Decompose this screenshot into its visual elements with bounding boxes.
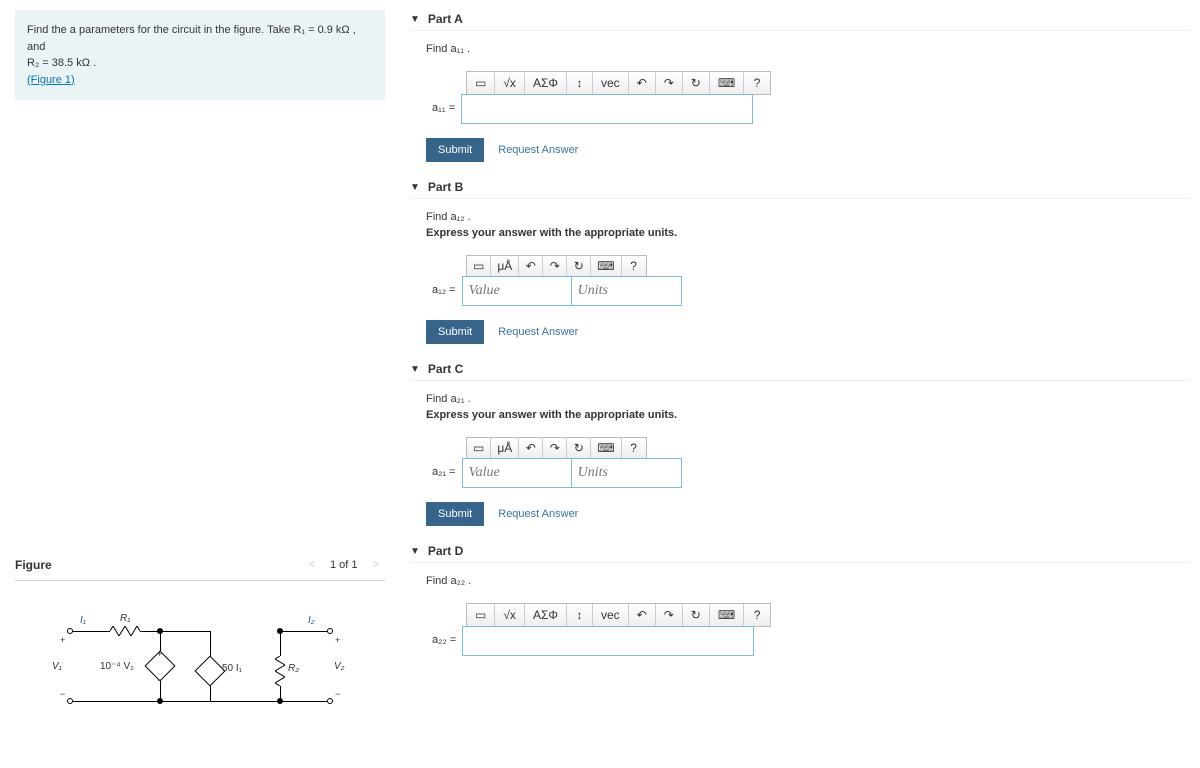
tool-subscript-d[interactable]: ↕: [567, 604, 593, 626]
help-b-icon[interactable]: ?: [622, 256, 646, 276]
redo-d-icon[interactable]: ↷: [656, 604, 683, 626]
label-dep-v: 10⁻⁴ V₂: [100, 661, 134, 672]
part-c-value-input[interactable]: [462, 458, 572, 488]
figure-nav: < 1 of 1 >: [302, 559, 385, 571]
label-r2: R₂: [288, 663, 299, 674]
caret-part-a[interactable]: ▼: [410, 14, 420, 25]
tool-templates-c-icon[interactable]: ▭: [467, 438, 491, 458]
part-c-request[interactable]: Request Answer: [498, 508, 578, 520]
label-v1: V₁: [52, 661, 62, 672]
tool-units-c[interactable]: μÅ: [491, 438, 519, 458]
problem-prompt: Find the a parameters for the circuit in…: [15, 10, 385, 100]
prompt-line1: Find the a parameters for the circuit in…: [27, 24, 356, 53]
keyboard-b-icon[interactable]: ⌨: [591, 256, 621, 276]
part-b-instr1: Find a₁₂ .: [426, 211, 1190, 223]
reset-icon[interactable]: ↻: [683, 72, 710, 94]
tool-templates-icon[interactable]: ▭: [467, 72, 495, 94]
part-a-submit[interactable]: Submit: [426, 138, 484, 162]
tool-subscript[interactable]: ↕: [567, 72, 593, 94]
help-c-icon[interactable]: ?: [622, 438, 646, 458]
undo-b-icon[interactable]: ↶: [519, 256, 543, 276]
redo-b-icon[interactable]: ↷: [543, 256, 567, 276]
label-v2: V₂: [334, 661, 344, 672]
prompt-line2: R₂ = 38.5 kΩ .: [27, 57, 96, 69]
redo-icon[interactable]: ↷: [656, 72, 683, 94]
part-c-toolbar: ▭ μÅ ↶ ↷ ↻ ⌨ ?: [466, 437, 647, 459]
caret-part-b[interactable]: ▼: [410, 182, 420, 193]
tool-templates-d-icon[interactable]: ▭: [467, 604, 495, 626]
reset-d-icon[interactable]: ↻: [683, 604, 710, 626]
part-c-instr1: Find a₂₁ .: [426, 393, 1190, 405]
tool-vec[interactable]: vec: [593, 72, 629, 94]
undo-d-icon[interactable]: ↶: [629, 604, 656, 626]
caret-part-d[interactable]: ▼: [410, 546, 420, 557]
part-b-submit[interactable]: Submit: [426, 320, 484, 344]
part-b-toolbar: ▭ μÅ ↶ ↷ ↻ ⌨ ?: [466, 255, 647, 277]
fig-next[interactable]: >: [367, 559, 385, 571]
circuit-figure: + − I₁ I₂ R₁ R₂: [15, 580, 385, 740]
tool-templates-b-icon[interactable]: ▭: [467, 256, 491, 276]
part-a-title: Part A: [428, 12, 463, 26]
fig-prev[interactable]: <: [302, 559, 320, 571]
reset-b-icon[interactable]: ↻: [567, 256, 591, 276]
part-d-toolbar: ▭ √x ΑΣΦ ↕ vec ↶ ↷ ↻ ⌨ ?: [466, 603, 771, 627]
undo-c-icon[interactable]: ↶: [519, 438, 543, 458]
figure-link[interactable]: (Figure 1): [27, 74, 75, 86]
part-d-instr: Find a₂₂ .: [426, 575, 1190, 587]
reset-c-icon[interactable]: ↻: [567, 438, 591, 458]
part-a-request[interactable]: Request Answer: [498, 144, 578, 156]
part-a-input[interactable]: [461, 94, 753, 124]
figure-title: Figure: [15, 558, 52, 572]
label-dep-i: 50 I₁: [222, 663, 242, 674]
part-c-title: Part C: [428, 362, 463, 376]
keyboard-c-icon[interactable]: ⌨: [591, 438, 621, 458]
tool-units-b[interactable]: μÅ: [491, 256, 519, 276]
tool-greek-d[interactable]: ΑΣΦ: [525, 604, 567, 626]
part-a-instr: Find a₁₁ .: [426, 43, 1190, 55]
help-d-icon[interactable]: ?: [744, 604, 770, 626]
part-a-label: a₁₁ =: [426, 94, 461, 124]
part-d-title: Part D: [428, 544, 463, 558]
keyboard-icon[interactable]: ⌨: [710, 72, 744, 94]
part-d-input[interactable]: [462, 626, 754, 656]
part-b-value-input[interactable]: [462, 276, 572, 306]
part-b-title: Part B: [428, 180, 463, 194]
tool-sqrt[interactable]: √x: [495, 72, 525, 94]
label-r1: R₁: [120, 613, 130, 624]
part-d-label: a₂₂ =: [426, 626, 462, 656]
tool-sqrt-d[interactable]: √x: [495, 604, 525, 626]
part-b-request[interactable]: Request Answer: [498, 326, 578, 338]
part-c-instr2: Express your answer with the appropriate…: [426, 409, 1190, 421]
tool-vec-d[interactable]: vec: [593, 604, 629, 626]
part-c-units-input[interactable]: [572, 458, 682, 488]
redo-c-icon[interactable]: ↷: [543, 438, 567, 458]
undo-icon[interactable]: ↶: [629, 72, 656, 94]
tool-greek[interactable]: ΑΣΦ: [525, 72, 567, 94]
part-b-units-input[interactable]: [572, 276, 682, 306]
part-b-label: a₁₂ =: [426, 276, 462, 306]
caret-part-c[interactable]: ▼: [410, 364, 420, 375]
part-c-label: a₂₁ =: [426, 458, 462, 488]
help-icon[interactable]: ?: [744, 72, 770, 94]
label-i2: I₂: [308, 615, 315, 626]
part-a-toolbar: ▭ √x ΑΣΦ ↕ vec ↶ ↷ ↻ ⌨ ?: [466, 71, 771, 95]
fig-counter: 1 of 1: [324, 559, 364, 571]
part-b-instr2: Express your answer with the appropriate…: [426, 227, 1190, 239]
label-i1: I₁: [80, 615, 86, 626]
part-c-submit[interactable]: Submit: [426, 502, 484, 526]
keyboard-d-icon[interactable]: ⌨: [710, 604, 744, 626]
